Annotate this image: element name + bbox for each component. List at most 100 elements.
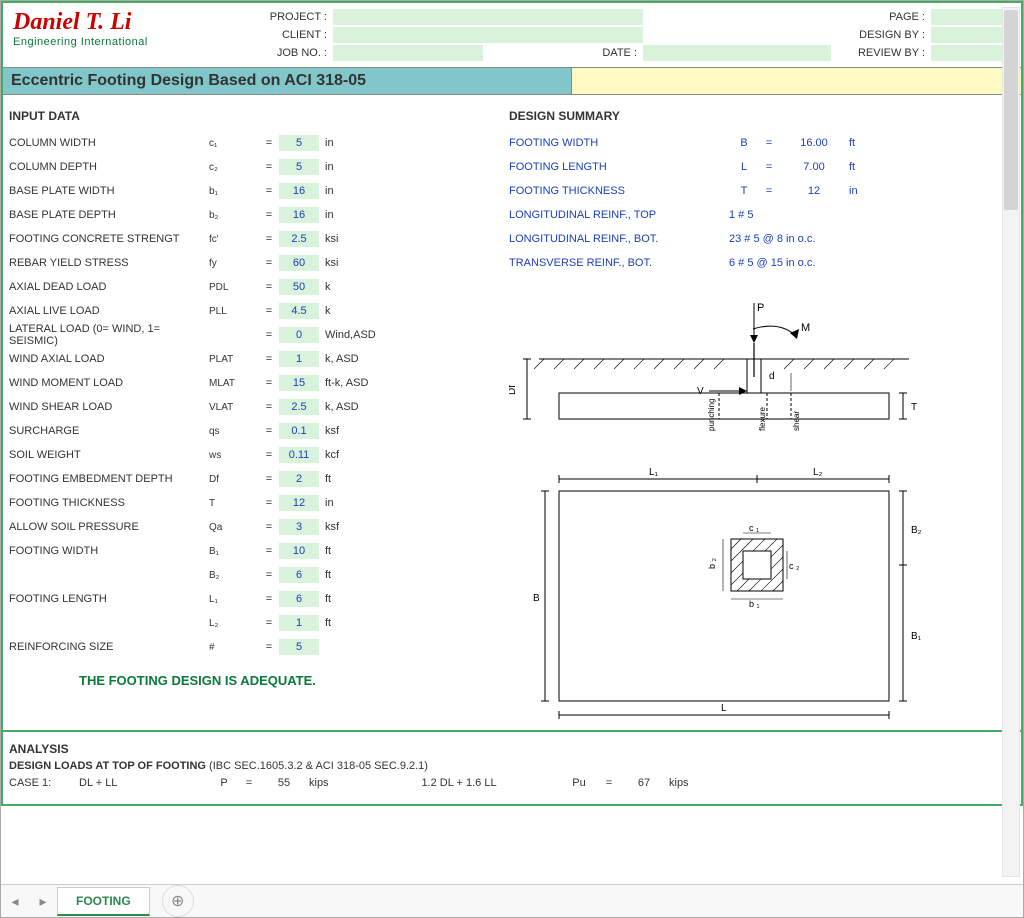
reviewby-value[interactable] <box>931 45 1011 61</box>
tab-nav-prev-icon[interactable]: ◂ <box>1 886 29 916</box>
footing-diagram: P M <box>509 291 1011 724</box>
diagram-label-punching: punching <box>707 399 716 431</box>
input-value-cell[interactable]: 2.5 <box>279 231 319 247</box>
summary-symbol: B <box>729 137 759 149</box>
input-value-cell[interactable]: 15 <box>279 375 319 391</box>
design-summary-heading: DESIGN SUMMARY <box>509 109 1011 123</box>
input-value-cell[interactable]: 4.5 <box>279 303 319 319</box>
input-value-cell[interactable]: 2.5 <box>279 399 319 415</box>
input-value-cell[interactable]: 6 <box>279 567 319 583</box>
summary-row: LONGITUDINAL REINF., BOT.23 # 5 @ 8 in o… <box>509 227 1011 251</box>
summary-row: TRANSVERSE REINF., BOT.6 # 5 @ 15 in o.c… <box>509 251 1011 275</box>
input-value-cell[interactable]: 10 <box>279 543 319 559</box>
input-label: BASE PLATE DEPTH <box>9 209 209 221</box>
input-value-cell[interactable]: 5 <box>279 639 319 655</box>
sheet-title: Eccentric Footing Design Based on ACI 31… <box>11 72 571 90</box>
input-value-cell[interactable]: 0 <box>279 327 319 343</box>
input-label: FOOTING THICKNESS <box>9 497 209 509</box>
case-sym1: P <box>209 777 239 789</box>
header-block: Daniel T. Li Engineering International P… <box>3 3 1021 67</box>
input-symbol: c₁ <box>209 138 259 149</box>
input-equals: = <box>259 305 279 317</box>
scrollbar-thumb[interactable] <box>1004 10 1018 210</box>
case-combo2: 1.2 DL + 1.6 LL <box>359 777 559 789</box>
vertical-scrollbar[interactable] <box>1002 7 1020 877</box>
input-label: AXIAL DEAD LOAD <box>9 281 209 293</box>
input-symbol: MLAT <box>209 378 259 389</box>
input-symbol: PLL <box>209 306 259 317</box>
diagram-label-shear: shear <box>792 411 801 431</box>
input-row: BASE PLATE WIDTHb₁=16in <box>9 179 509 203</box>
summary-value: 1 # 5 <box>729 209 879 221</box>
input-value-cell[interactable]: 1 <box>279 351 319 367</box>
input-row: L₂=1ft <box>9 611 509 635</box>
input-equals: = <box>259 377 279 389</box>
diagram-label-B: B <box>533 593 540 604</box>
logo-block: Daniel T. Li Engineering International <box>13 9 233 61</box>
inputs-list: COLUMN WIDTHc₁=5inCOLUMN DEPTHc₂=5inBASE… <box>9 131 509 659</box>
input-row: WIND MOMENT LOADMLAT=15ft-k, ASD <box>9 371 509 395</box>
jobno-value[interactable] <box>333 45 483 61</box>
input-value-cell[interactable]: 60 <box>279 255 319 271</box>
client-label: CLIENT : <box>233 29 333 41</box>
input-symbol: # <box>209 642 259 653</box>
page-value[interactable] <box>931 9 1011 25</box>
input-value-cell[interactable]: 3 <box>279 519 319 535</box>
input-label: FOOTING WIDTH <box>9 545 209 557</box>
input-equals: = <box>259 521 279 533</box>
diagram-label-b2: b ₂ <box>707 557 717 569</box>
input-value-cell[interactable]: 5 <box>279 135 319 151</box>
tab-footing[interactable]: FOOTING <box>57 887 150 916</box>
diagram-label-L1: L₁ <box>649 467 659 478</box>
input-unit: k, ASD <box>319 401 399 413</box>
summary-row: FOOTING LENGTHL=7.00ft <box>509 155 1011 179</box>
analysis-heading: ANALYSIS <box>9 742 1015 756</box>
input-row: LATERAL LOAD (0= WIND, 1= SEISMIC)=0Wind… <box>9 323 509 347</box>
input-row: FOOTING EMBEDMENT DEPTHDf=2ft <box>9 467 509 491</box>
summary-label: LONGITUDINAL REINF., BOT. <box>509 233 729 245</box>
summary-value: 23 # 5 @ 8 in o.c. <box>729 233 879 245</box>
input-value-cell[interactable]: 0.1 <box>279 423 319 439</box>
add-sheet-icon[interactable]: ⊕ <box>162 885 194 917</box>
input-row: FOOTING THICKNESST=12in <box>9 491 509 515</box>
input-equals: = <box>259 185 279 197</box>
sheet-tabs-bar: ◂ ▸ FOOTING ⊕ <box>1 884 1023 917</box>
input-value-cell[interactable]: 6 <box>279 591 319 607</box>
input-value-cell[interactable]: 0.11 <box>279 447 319 463</box>
input-row: WIND SHEAR LOADVLAT=2.5k, ASD <box>9 395 509 419</box>
summary-equals: = <box>759 161 779 173</box>
input-symbol: b₁ <box>209 186 259 197</box>
diagram-label-B1: B₁ <box>911 631 922 642</box>
project-label: PROJECT : <box>233 11 333 23</box>
input-label: ALLOW SOIL PRESSURE <box>9 521 209 533</box>
diagram-label-d: d <box>769 371 775 382</box>
input-value-cell[interactable]: 50 <box>279 279 319 295</box>
input-value-cell[interactable]: 5 <box>279 159 319 175</box>
designby-value[interactable] <box>931 27 1011 43</box>
input-row: BASE PLATE DEPTHb₂=16in <box>9 203 509 227</box>
input-value-cell[interactable]: 16 <box>279 207 319 223</box>
input-value-cell[interactable]: 12 <box>279 495 319 511</box>
input-value-cell[interactable]: 16 <box>279 183 319 199</box>
input-label: COLUMN WIDTH <box>9 137 209 149</box>
input-symbol: B₁ <box>209 546 259 557</box>
input-unit: ft <box>319 473 399 485</box>
input-unit: in <box>319 137 399 149</box>
summary-unit: ft <box>849 137 879 149</box>
date-value[interactable] <box>643 45 831 61</box>
summary-list: FOOTING WIDTHB=16.00ftFOOTING LENGTHL=7.… <box>509 131 1011 275</box>
spreadsheet-page: Daniel T. Li Engineering International P… <box>0 0 1024 918</box>
client-value[interactable] <box>333 27 643 43</box>
input-value-cell[interactable]: 1 <box>279 615 319 631</box>
input-row: AXIAL LIVE LOADPLL=4.5k <box>9 299 509 323</box>
input-symbol: B₂ <box>209 570 259 581</box>
input-unit: ksf <box>319 521 399 533</box>
input-row: FOOTING LENGTHL₁=6ft <box>9 587 509 611</box>
diagram-label-V: V <box>697 386 704 397</box>
input-value-cell[interactable]: 2 <box>279 471 319 487</box>
tab-nav-next-icon[interactable]: ▸ <box>29 886 57 916</box>
summary-unit: ft <box>849 161 879 173</box>
input-equals: = <box>259 281 279 293</box>
project-value[interactable] <box>333 9 643 25</box>
summary-symbol: T <box>729 185 759 197</box>
